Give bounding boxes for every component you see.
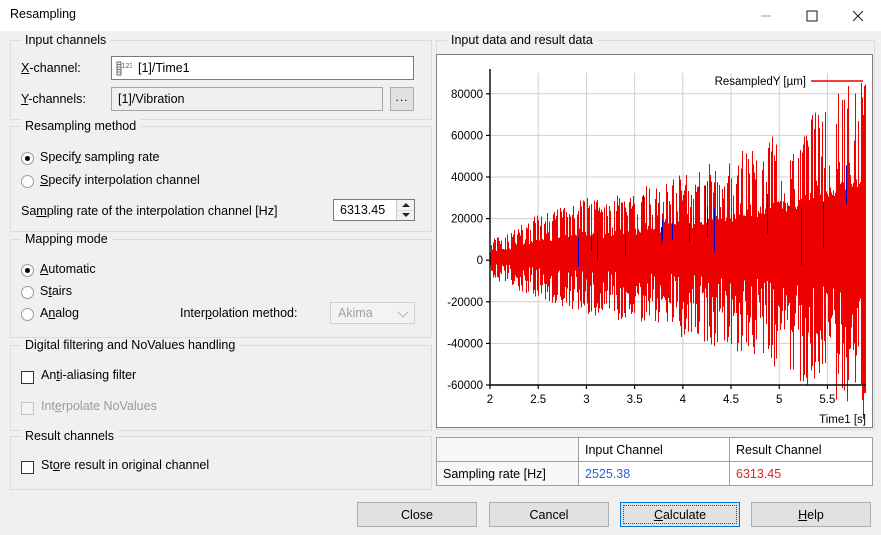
resampling-method-legend: Resampling method (21, 119, 141, 133)
spin-up-button[interactable] (397, 200, 414, 211)
input-channels-legend: Input channels (21, 33, 111, 47)
svg-text:2.5: 2.5 (530, 394, 546, 406)
y-channels-browse-button[interactable]: ... (390, 87, 414, 111)
checkbox-store-result-original-channel-label[interactable]: Store result in original channel (41, 458, 209, 472)
spin-down-button[interactable] (397, 210, 414, 220)
svg-text:ResampledY [µm]: ResampledY [µm] (715, 76, 806, 88)
svg-text:20000: 20000 (451, 214, 483, 226)
svg-text:-40000: -40000 (447, 338, 483, 350)
calculate-button[interactable]: Calculate (620, 502, 740, 527)
result-table: Input Channel Result Channel Sampling ra… (436, 437, 873, 486)
checkbox-anti-aliasing-filter[interactable] (21, 371, 34, 384)
radio-specify-interpolation-channel[interactable] (21, 175, 34, 188)
svg-text:4: 4 (680, 394, 687, 406)
resampling-dialog: Resampling Input channels X-channel: 123… (0, 0, 881, 535)
svg-text:123: 123 (122, 63, 132, 70)
x-channel-label-text: -channel: (29, 61, 81, 75)
checkbox-store-result-original-channel[interactable] (21, 461, 34, 474)
mapping-mode-legend: Mapping mode (21, 232, 112, 246)
close-button[interactable]: Close (357, 502, 477, 527)
checkbox-interpolate-novalues (21, 402, 34, 415)
focus-rect (623, 505, 737, 524)
help-button[interactable]: Help (751, 502, 871, 527)
table-header-cell-result: Result Channel (730, 438, 872, 461)
table-header-cell-input: Input Channel (579, 438, 730, 461)
table-header-cell-0 (437, 438, 579, 461)
interpolation-method-select[interactable]: Akima (330, 302, 415, 324)
help-button-label: Help (798, 507, 824, 522)
y-channels-value: [1]/Vibration (118, 92, 185, 106)
sampling-rate-spin-buttons[interactable] (396, 200, 414, 220)
radio-automatic-label[interactable]: Automatic (40, 262, 96, 276)
radio-automatic[interactable] (21, 264, 34, 277)
chart-panel-legend: Input data and result data (447, 33, 597, 47)
digital-filtering-group: Digital filtering and NoValues handling … (10, 338, 432, 431)
minimize-icon (761, 15, 771, 16)
radio-analog-label[interactable]: Analog (40, 306, 79, 320)
checkbox-anti-aliasing-filter-label[interactable]: Anti-aliasing filter (41, 368, 136, 382)
close-button-label: Close (401, 507, 433, 522)
svg-text:2: 2 (487, 394, 493, 406)
interpolation-method-value: Akima (338, 306, 373, 320)
close-icon (852, 10, 864, 21)
svg-text:80000: 80000 (451, 89, 483, 101)
table-header-row: Input Channel Result Channel (437, 438, 872, 462)
y-channels-label-text: -channels: (28, 92, 86, 106)
table-cell-input-value: 2525.38 (579, 462, 730, 485)
svg-text:3.5: 3.5 (627, 394, 643, 406)
svg-text:3: 3 (583, 394, 589, 406)
chart-canvas: -60000 -40000 -20000 0 20000 40000 60000 80000 2… (447, 69, 866, 426)
minimize-button[interactable] (743, 0, 789, 31)
radio-specify-sampling-rate[interactable] (21, 152, 34, 165)
x-channel-input[interactable]: 123 [1]/Time1 (111, 56, 414, 80)
sampling-rate-spinner[interactable]: 6313.45 (333, 199, 415, 221)
radio-specify-sampling-rate-label[interactable]: Specify sampling rate (40, 150, 160, 164)
close-button-titlebar[interactable] (835, 0, 881, 31)
radio-analog[interactable] (21, 308, 34, 321)
svg-text:0: 0 (477, 255, 483, 267)
y-channels-label: Y-channels: (21, 92, 86, 106)
radio-stairs-label[interactable]: Stairs (40, 284, 72, 298)
svg-text:5.5: 5.5 (819, 394, 835, 406)
digital-filtering-legend: Digital filtering and NoValues handling (21, 338, 240, 352)
y-channels-browse-label: ... (395, 90, 409, 104)
sampling-rate-label: Sampling rate of the interpolation chann… (21, 204, 278, 218)
svg-text:60000: 60000 (451, 130, 483, 142)
table-cell-result-value: 6313.45 (736, 466, 782, 481)
radio-specify-interpolation-channel-label[interactable]: Specify interpolation channel (40, 173, 200, 187)
input-channels-group: Input channels X-channel: 123 [1]/Time1 … (10, 33, 432, 120)
radio-stairs[interactable] (21, 286, 34, 299)
numeric-channel-icon: 123 (116, 61, 133, 76)
table-cell-label: Sampling rate [Hz] (437, 462, 579, 485)
cancel-button-label: Cancel (529, 507, 569, 522)
sampling-rate-value[interactable]: 6313.45 (334, 200, 396, 220)
svg-text:Time1 [s]: Time1 [s] (819, 414, 866, 426)
table-row: Sampling rate [Hz] 2525.38 6313.45 (437, 462, 872, 485)
svg-text:-60000: -60000 (447, 380, 483, 392)
checkbox-interpolate-novalues-label: Interpolate NoValues (41, 399, 157, 413)
title-bar: Resampling (0, 0, 881, 31)
maximize-button[interactable] (789, 0, 835, 31)
resampling-method-group: Resampling method Specify sampling rate … (10, 119, 432, 232)
x-channel-label: X-channel: (21, 61, 81, 75)
signal-chart[interactable]: -60000 -40000 -20000 0 20000 40000 60000 80000 2… (436, 54, 873, 428)
svg-text:4.5: 4.5 (723, 394, 739, 406)
x-channel-value: [1]/Time1 (138, 61, 190, 75)
cancel-button[interactable]: Cancel (489, 502, 609, 527)
interpolation-method-label: Interpolation method: (180, 306, 298, 320)
chevron-down-icon (392, 303, 414, 323)
svg-text:-20000: -20000 (447, 297, 483, 309)
result-channels-group: Result channels Store result in original… (10, 429, 432, 490)
svg-text:40000: 40000 (451, 172, 483, 184)
y-channels-input[interactable]: [1]/Vibration (111, 87, 383, 111)
result-channels-legend: Result channels (21, 429, 118, 443)
window-title: Resampling (10, 7, 77, 21)
maximize-icon (806, 10, 818, 21)
svg-text:5: 5 (776, 394, 782, 406)
mapping-mode-group: Mapping mode Automatic Stairs Analog Int… (10, 232, 432, 338)
